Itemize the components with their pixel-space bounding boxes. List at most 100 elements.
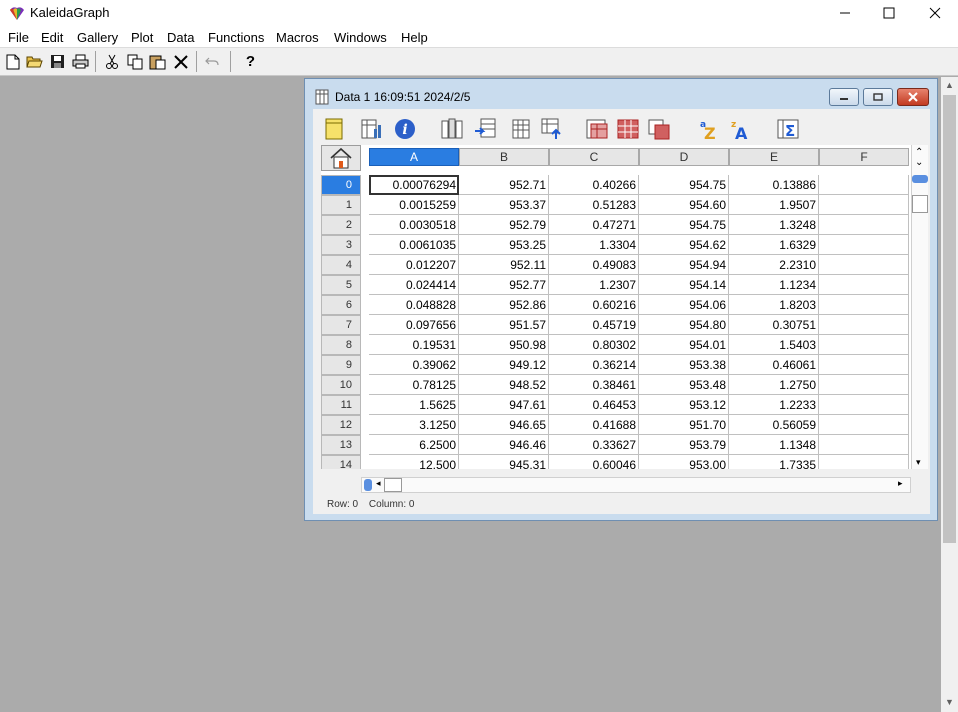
data-window-minimize-button[interactable] <box>829 88 859 106</box>
table-cell[interactable]: 0.47271 <box>549 215 639 235</box>
table-cell[interactable] <box>819 455 909 469</box>
table-cell[interactable]: 954.94 <box>639 255 729 275</box>
table-cell[interactable]: 0.0030518 <box>369 215 459 235</box>
table-cell[interactable]: 1.2233 <box>729 395 819 415</box>
table-cell[interactable] <box>819 255 909 275</box>
table-cell[interactable]: 0.78125 <box>369 375 459 395</box>
column-header-e[interactable]: E <box>729 148 819 166</box>
table-cell[interactable] <box>819 175 909 195</box>
column-header-c[interactable]: C <box>549 148 639 166</box>
column-header-a[interactable]: A <box>369 148 459 166</box>
table-cell[interactable] <box>819 435 909 455</box>
table-cell[interactable]: 953.79 <box>639 435 729 455</box>
table-cell[interactable]: 0.56059 <box>729 415 819 435</box>
table-cell[interactable]: 0.048828 <box>369 295 459 315</box>
maximize-button[interactable] <box>866 0 912 26</box>
row-header[interactable]: 13 <box>321 435 361 455</box>
scroll-thumb[interactable] <box>943 95 956 543</box>
table-cell[interactable] <box>819 395 909 415</box>
row-header[interactable]: 10 <box>321 375 361 395</box>
table-cell[interactable]: 0.33627 <box>549 435 639 455</box>
table-cell[interactable]: 0.13886 <box>729 175 819 195</box>
table-cell[interactable]: 0.60046 <box>549 455 639 469</box>
row-header[interactable]: 9 <box>321 355 361 375</box>
grid-vertical-scrollbar[interactable]: ⌃ ⌄ ▾ <box>911 145 928 469</box>
table-cell[interactable]: 3.1250 <box>369 415 459 435</box>
table-cell[interactable]: 952.71 <box>459 175 549 195</box>
insert-row-icon[interactable] <box>473 117 497 141</box>
table-cell[interactable] <box>819 195 909 215</box>
table-cell[interactable]: 953.48 <box>639 375 729 395</box>
table-cell[interactable]: 951.57 <box>459 315 549 335</box>
table-cell[interactable]: 0.60216 <box>549 295 639 315</box>
scroll-thumb[interactable] <box>364 479 372 491</box>
new-file-button[interactable] <box>2 51 23 72</box>
table-cell[interactable]: 953.00 <box>639 455 729 469</box>
close-button[interactable] <box>912 0 958 26</box>
table-cell[interactable]: 0.19531 <box>369 335 459 355</box>
row-header[interactable]: 7 <box>321 315 361 335</box>
sort-az-icon[interactable]: zA <box>728 117 752 141</box>
menu-data[interactable]: Data <box>167 30 194 45</box>
row-header[interactable]: 14 <box>321 455 361 469</box>
table-cell[interactable]: 1.2307 <box>549 275 639 295</box>
delete-button[interactable] <box>170 51 191 72</box>
table-cell[interactable]: 954.60 <box>639 195 729 215</box>
table-cell[interactable] <box>819 235 909 255</box>
table-cell[interactable]: 1.9507 <box>729 195 819 215</box>
table-cell[interactable]: 952.77 <box>459 275 549 295</box>
column-header-b[interactable]: B <box>459 148 549 166</box>
move-icon[interactable] <box>540 117 564 141</box>
table-cell[interactable]: 953.25 <box>459 235 549 255</box>
table-cell[interactable]: 0.38461 <box>549 375 639 395</box>
menu-gallery[interactable]: Gallery <box>77 30 118 45</box>
table-cell[interactable]: 0.80302 <box>549 335 639 355</box>
notes-icon[interactable] <box>323 117 347 141</box>
row-header[interactable]: 6 <box>321 295 361 315</box>
formula-sum-icon[interactable]: Σ <box>776 117 800 141</box>
home-button[interactable] <box>321 145 361 171</box>
table-cell[interactable]: 954.80 <box>639 315 729 335</box>
undo-button[interactable] <box>201 51 222 72</box>
table-cell[interactable]: 952.11 <box>459 255 549 275</box>
table-cell[interactable]: 0.49083 <box>549 255 639 275</box>
table-cell[interactable]: 1.6329 <box>729 235 819 255</box>
save-button[interactable] <box>47 51 68 72</box>
table-cell[interactable]: 954.62 <box>639 235 729 255</box>
minimize-button[interactable] <box>822 0 868 26</box>
scroll-down-icon[interactable]: ▼ <box>945 697 954 707</box>
help-button[interactable]: ? <box>240 51 261 72</box>
table-cell[interactable]: 953.12 <box>639 395 729 415</box>
table-cell[interactable]: 948.52 <box>459 375 549 395</box>
table-cell[interactable]: 952.86 <box>459 295 549 315</box>
scroll-left-icon[interactable]: ◂ <box>376 478 381 489</box>
table-cell[interactable] <box>819 315 909 335</box>
table-cell[interactable]: 946.65 <box>459 415 549 435</box>
table-cell[interactable]: 950.98 <box>459 335 549 355</box>
scroll-up-icon[interactable]: ▲ <box>945 80 954 90</box>
scroll-thumb[interactable] <box>912 195 928 213</box>
sort-descending-icon[interactable] <box>616 117 640 141</box>
menu-macros[interactable]: Macros <box>276 30 319 45</box>
mask-icon[interactable] <box>647 117 671 141</box>
table-cell[interactable]: 1.1348 <box>729 435 819 455</box>
table-cell[interactable]: 1.3304 <box>549 235 639 255</box>
menu-help[interactable]: Help <box>401 30 428 45</box>
table-cell[interactable]: 2.2310 <box>729 255 819 275</box>
menu-functions[interactable]: Functions <box>208 30 264 45</box>
cut-button[interactable] <box>101 51 122 72</box>
info-icon[interactable]: i <box>393 117 417 141</box>
row-header[interactable]: 2 <box>321 215 361 235</box>
table-cell[interactable]: 0.012207 <box>369 255 459 275</box>
main-vertical-scrollbar[interactable]: ▲ ▼ <box>941 77 958 712</box>
table-cell[interactable]: 1.1234 <box>729 275 819 295</box>
paste-button[interactable] <box>147 51 168 72</box>
table-cell[interactable]: 946.46 <box>459 435 549 455</box>
grid-horizontal-scrollbar[interactable]: ◂ ▸ <box>361 477 911 493</box>
table-cell[interactable] <box>819 295 909 315</box>
table-cell[interactable]: 0.39062 <box>369 355 459 375</box>
table-cell[interactable]: 949.12 <box>459 355 549 375</box>
column-header-f[interactable]: F <box>819 148 909 166</box>
table-cell[interactable]: 945.31 <box>459 455 549 469</box>
table-cell[interactable]: 0.097656 <box>369 315 459 335</box>
